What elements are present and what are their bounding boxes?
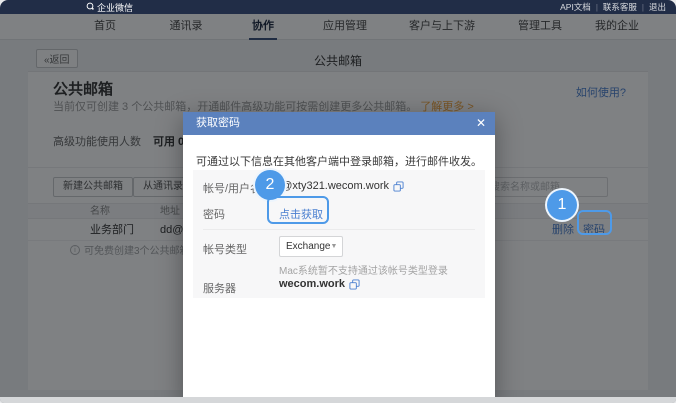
- account-type-select[interactable]: Exchange ▼: [279, 236, 343, 257]
- topbar: 企业微信 API文档 | 联系客服 | 退出: [0, 0, 676, 14]
- step-1-highlight-box: [577, 210, 612, 235]
- step-2-highlight-box: [267, 196, 329, 224]
- close-icon[interactable]: ✕: [476, 112, 486, 135]
- credentials-box: 帐号/用户名 dd@xty321.wecom.work 密码 点击获取 帐号类型…: [193, 170, 485, 298]
- password-label: 密码: [203, 206, 225, 222]
- modal-title: 获取密码: [196, 117, 240, 129]
- api-docs-link[interactable]: API文档: [560, 1, 591, 13]
- brand: 企业微信: [86, 0, 133, 14]
- account-value-text: dd@xty321.wecom.work: [269, 180, 389, 192]
- wecom-admin-window: 企业微信 API文档 | 联系客服 | 退出 首页 通讯录 协作 应用管理 客户…: [0, 0, 676, 403]
- brand-label: 企业微信: [97, 1, 133, 14]
- account-value: dd@xty321.wecom.work: [269, 180, 404, 192]
- copy-icon[interactable]: [349, 279, 360, 290]
- divider: [203, 229, 475, 230]
- contact-support-link[interactable]: 联系客服: [603, 1, 637, 13]
- divider: |: [642, 3, 644, 12]
- step-1-badge: 1: [545, 188, 579, 222]
- account-type-note: Mac系统暂不支持通过该帐号类型登录: [279, 262, 448, 277]
- get-password-modal: 获取密码 ✕ 可通过以下信息在其他客户端中登录邮箱，进行邮件收发。 帐号/用户名…: [183, 112, 495, 403]
- server-value-text: wecom.work: [279, 278, 345, 290]
- modal-header: 获取密码 ✕: [183, 112, 495, 135]
- wecom-logo-icon: [86, 2, 94, 12]
- modal-intro: 可通过以下信息在其他客户端中登录邮箱，进行邮件收发。: [196, 153, 482, 169]
- logout-link[interactable]: 退出: [649, 1, 666, 13]
- account-type-label: 帐号类型: [203, 241, 247, 257]
- chevron-down-icon: ▼: [330, 243, 337, 250]
- copy-icon[interactable]: [393, 181, 404, 192]
- server-label: 服务器: [203, 280, 236, 296]
- topbar-links: API文档 | 联系客服 | 退出: [560, 0, 666, 14]
- divider: |: [596, 3, 598, 12]
- account-type-value: Exchange: [286, 241, 330, 252]
- server-value: wecom.work: [279, 278, 360, 290]
- window-bottom-edge: [0, 397, 676, 403]
